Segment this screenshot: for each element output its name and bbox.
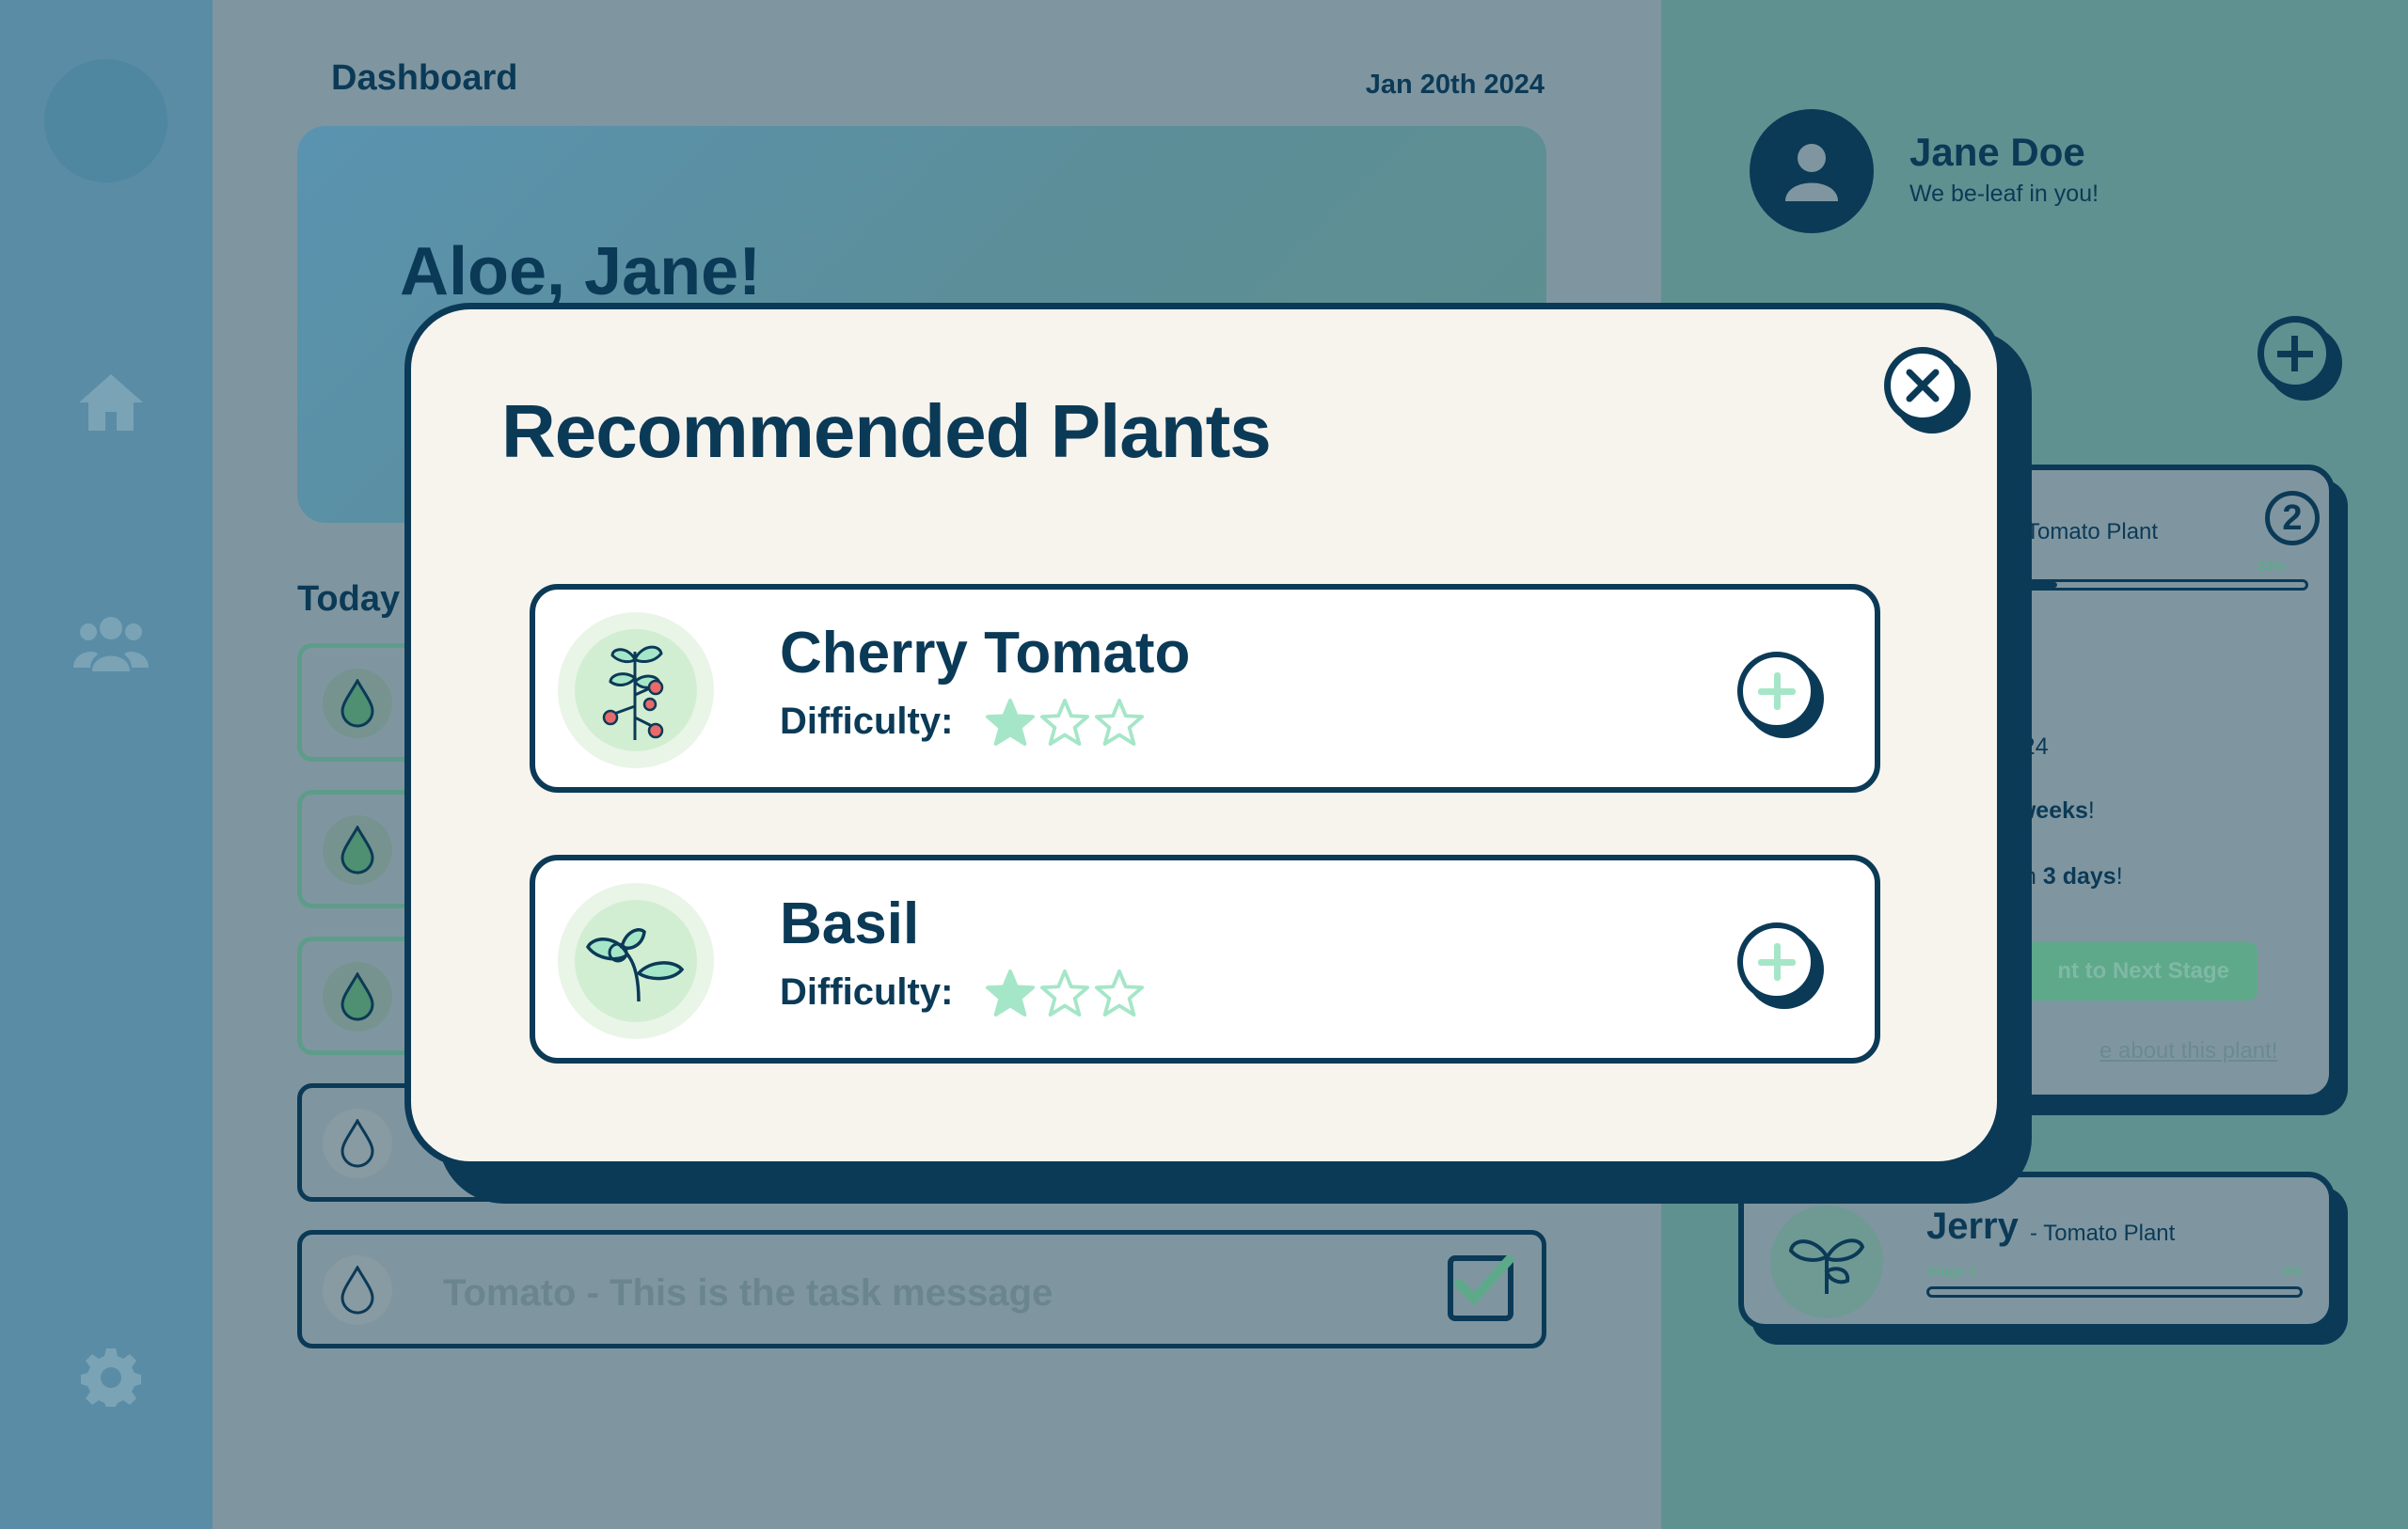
difficulty-rating [985, 968, 1145, 1018]
star-empty-icon [1039, 698, 1090, 747]
task-icon-wrap [323, 1109, 392, 1178]
user-icon [1785, 144, 1838, 201]
recommended-plants-modal: Recommended Plants Cherry Tomato Difficu… [404, 303, 2004, 1168]
page-date: Jan 20th 2024 [1365, 70, 1545, 100]
progress-percent: 0% [2282, 1264, 2303, 1280]
gear-icon [81, 1348, 141, 1407]
recommended-plant-card[interactable]: Basil Difficulty: [530, 855, 1880, 1064]
star-empty-icon [1094, 969, 1145, 1017]
plant-image [558, 612, 714, 768]
sidebar-item-settings[interactable] [66, 1332, 156, 1422]
close-icon [1906, 369, 1940, 402]
plant-name: Jerry [1926, 1206, 2019, 1247]
difficulty-label: Difficulty: [780, 971, 954, 1013]
task-icon-wrap [323, 815, 392, 885]
star-filled-icon [985, 698, 1036, 747]
add-plant-button[interactable] [1737, 652, 1816, 731]
hero-greeting: Aloe, Jane! [400, 234, 762, 309]
today-heading: Today [297, 579, 401, 619]
star-empty-icon [1094, 698, 1145, 747]
task-icon-wrap [323, 962, 392, 1032]
plant-name: Basil [780, 891, 920, 956]
task-checkbox[interactable] [1448, 1255, 1513, 1321]
plant-type: - Tomato Plant [2030, 1221, 2176, 1246]
sidebar-item-home[interactable] [66, 357, 156, 448]
user-name: Jane Doe [1909, 130, 2085, 174]
next-stage-button[interactable]: nt to Next Stage [2011, 942, 2258, 1001]
plant-image [558, 883, 714, 1039]
app-logo [44, 59, 167, 182]
plant-avatar [1770, 1206, 1883, 1318]
water-drop-icon [341, 972, 374, 1021]
task-item[interactable]: Tomato - This is the task message [297, 1230, 1546, 1348]
check-icon [1454, 1255, 1513, 1306]
add-plant-button[interactable] [2258, 316, 2333, 391]
star-empty-icon [1039, 969, 1090, 1017]
modal-title: Recommended Plants [501, 389, 1272, 473]
water-drop-icon [341, 679, 374, 728]
sidebar [0, 0, 213, 1529]
home-icon [79, 374, 143, 431]
difficulty-rating [985, 697, 1145, 748]
page-title: Dashboard [331, 58, 518, 98]
learn-more-link[interactable]: e about this plant! [2099, 1038, 2277, 1064]
plant-name: Cherry Tomato [780, 621, 1191, 686]
progress-bar [1926, 1286, 2303, 1298]
close-button[interactable] [1884, 347, 1961, 424]
water-drop-icon [341, 826, 374, 875]
water-drop-icon [341, 1119, 374, 1168]
progress-percent: 33% [2258, 559, 2287, 575]
water-drop-icon [341, 1266, 374, 1315]
sidebar-item-community[interactable] [66, 598, 156, 688]
plant-type: Tomato Plant [2026, 519, 2159, 544]
task-message: Tomato - This is the task message [443, 1272, 1054, 1314]
avatar[interactable] [1750, 109, 1874, 233]
cherry-tomato-icon [602, 645, 664, 740]
plant-stage: Stage 1 [1926, 1264, 1977, 1280]
notification-badge: 2 [2265, 491, 2320, 545]
sprout-icon [1788, 1238, 1865, 1294]
star-filled-icon [985, 969, 1036, 1017]
user-tagline: We be-leaf in you! [1909, 181, 2099, 207]
task-icon-wrap [323, 1255, 392, 1325]
add-plant-button[interactable] [1737, 922, 1816, 1001]
difficulty-label: Difficulty: [780, 701, 954, 742]
basil-icon [585, 927, 685, 1002]
recommended-plant-card[interactable]: Cherry Tomato Difficulty: [530, 584, 1880, 793]
task-icon-wrap [323, 669, 392, 738]
people-icon [73, 617, 149, 671]
